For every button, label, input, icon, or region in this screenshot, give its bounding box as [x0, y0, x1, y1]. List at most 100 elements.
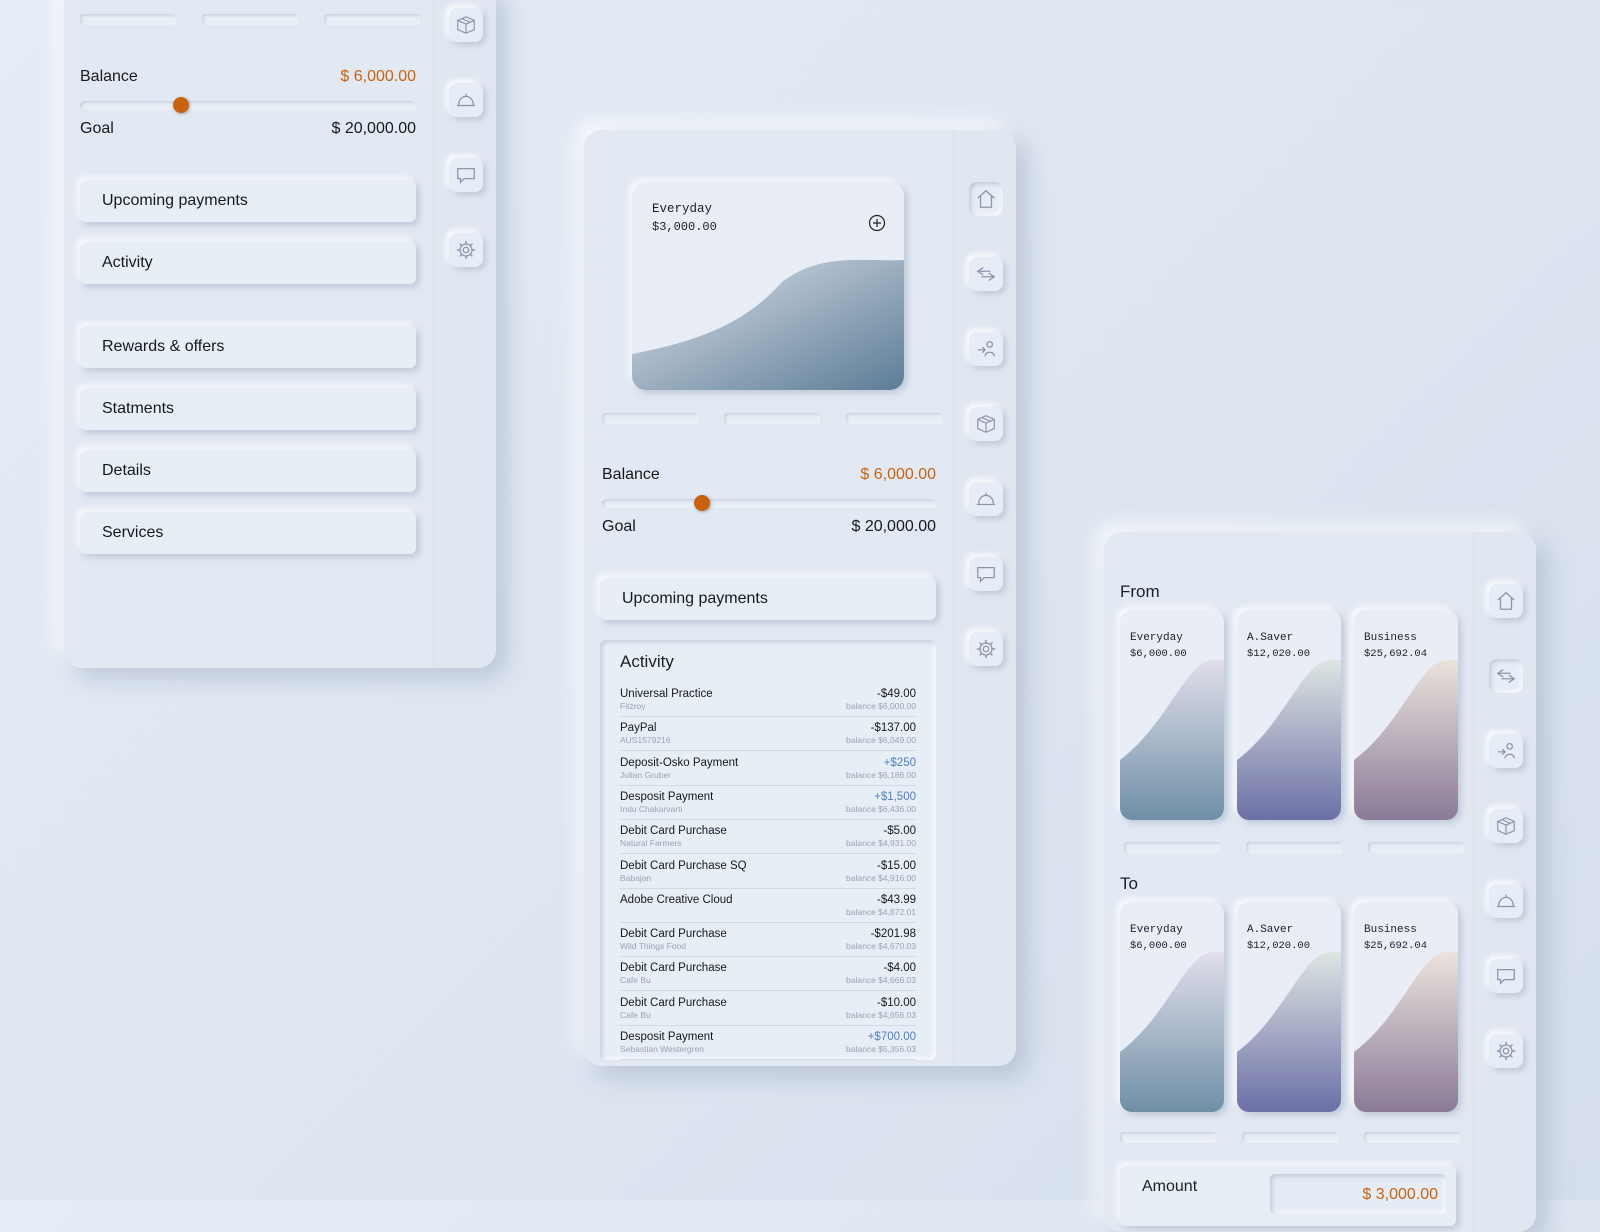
account-card-a-saver[interactable]: A.Saver $12,020.00 — [1237, 610, 1341, 820]
account-card-everyday[interactable]: Everyday $6,000.00 — [1120, 902, 1224, 1112]
account-card-business[interactable]: Business $25,692.04 — [1354, 610, 1458, 820]
goal-progress-slider[interactable] — [80, 97, 416, 113]
transaction-name: Adobe Creative Cloud — [620, 893, 733, 906]
transaction-balance: balance $4,656.03 — [846, 1009, 916, 1020]
transaction-name: Deposit-Osko Payment — [620, 756, 739, 769]
transaction-amount: -$15.00 — [876, 859, 916, 872]
chat-icon[interactable] — [449, 158, 483, 192]
transaction-amount: +$700.00 — [867, 1031, 916, 1043]
pay-person-icon[interactable] — [1489, 734, 1523, 768]
side-rail — [1473, 532, 1536, 1232]
tab-3[interactable] — [324, 14, 420, 25]
add-circle-icon[interactable] — [868, 214, 886, 232]
goal-label: Goal — [80, 120, 114, 137]
transaction-name: Debit Card Purchase — [620, 825, 727, 838]
transfer-icon[interactable] — [969, 257, 1003, 291]
transaction-amount: +$250 — [883, 756, 916, 769]
upcoming-payments-button[interactable]: Upcoming payments — [80, 180, 416, 222]
goal-value: $ 20,000.00 — [851, 518, 936, 535]
gear-icon[interactable] — [969, 632, 1003, 666]
activity-button[interactable]: Activity — [80, 242, 416, 284]
tab-2[interactable] — [724, 413, 820, 424]
card-account-amount: $6,000.00 — [1130, 940, 1187, 952]
activity-row[interactable]: Desposit Payment Sebastian Westergren +$70… — [620, 1025, 916, 1060]
to-tabs — [1120, 1132, 1460, 1143]
transaction-balance: balance $6,186.00 — [846, 769, 916, 780]
account-tabs — [602, 413, 942, 424]
tab-2[interactable] — [1242, 1132, 1338, 1143]
tab-3[interactable] — [1364, 1132, 1460, 1143]
slider-knob[interactable] — [694, 495, 711, 511]
transaction-name: Universal Practice — [620, 688, 713, 700]
transaction-balance: balance $4,670.03 — [846, 941, 916, 952]
transaction-amount: -$201.98 — [870, 928, 916, 941]
activity-row[interactable]: Debit Card Purchase Natural Farmers -$5.00… — [620, 819, 916, 855]
activity-row[interactable]: PayPal AUS1579216 -$137.00 balance $6,049.0… — [620, 716, 916, 752]
transaction-amount: -$137.00 — [870, 722, 916, 735]
activity-row[interactable]: Deposit-Osko Payment Julian Gruber +$250 ba… — [620, 751, 916, 786]
tab-3[interactable] — [846, 413, 942, 424]
card-account-name: Business — [1364, 924, 1417, 936]
statements-button[interactable]: Statments — [80, 388, 416, 430]
chat-icon[interactable] — [969, 557, 1003, 591]
home-icon[interactable] — [969, 182, 1003, 216]
transaction-name: Debit Card Purchase SQ — [620, 859, 747, 872]
chat-icon[interactable] — [1489, 959, 1523, 993]
transaction-merchant: Wild Things Food — [620, 941, 686, 952]
rewards-offers-button[interactable]: Rewards & offers — [80, 326, 416, 368]
upcoming-payments-button[interactable]: Upcoming payments — [600, 578, 936, 620]
activity-row[interactable]: Debit Card Purchase Cafe Bu -$4.00 balance … — [620, 956, 916, 992]
bell-icon[interactable] — [1489, 884, 1523, 918]
gear-icon[interactable] — [449, 233, 483, 267]
card-account-amount: $6,000.00 — [1130, 648, 1187, 660]
middle-account-panel: Everyday $3,000.00 Balance $ 6,000.00 Go… — [584, 130, 1016, 1066]
goal-value: $ 20,000.00 — [331, 120, 416, 137]
services-button[interactable]: Services — [80, 512, 416, 554]
account-card-everyday[interactable]: Everyday $6,000.00 — [1120, 610, 1224, 820]
goal-label: Goal — [602, 518, 636, 535]
activity-title: Activity — [620, 652, 674, 671]
box-icon[interactable] — [449, 8, 483, 42]
box-icon[interactable] — [969, 407, 1003, 441]
activity-row[interactable]: Debit Card Purchase SQ Babajan -$15.00 bala… — [620, 854, 916, 889]
activity-row[interactable]: Debit Card Purchase Cafe Bu -$10.00 balance… — [620, 991, 916, 1026]
transaction-amount: -$49.00 — [876, 688, 916, 700]
tab-1[interactable] — [1124, 842, 1220, 853]
slider-knob[interactable] — [172, 97, 189, 113]
amount-input[interactable]: $ 3,000.00 — [1270, 1174, 1446, 1214]
transaction-merchant: Julian Gruber — [620, 769, 672, 780]
side-rail — [433, 0, 496, 668]
activity-list: Activity Universal Practice Fitzroy -$49.0… — [600, 640, 936, 1060]
tab-1[interactable] — [80, 14, 176, 25]
tab-1[interactable] — [1120, 1132, 1216, 1143]
activity-row[interactable]: Desposit Payment Indu Chakarvarti +$1,500 b… — [620, 785, 916, 820]
bell-icon[interactable] — [969, 482, 1003, 516]
transaction-merchant: Fitzroy — [620, 701, 646, 711]
transaction-balance: balance $6,436.00 — [846, 803, 916, 814]
amount-label: Amount — [1142, 1178, 1198, 1195]
card-account-name: Everyday — [1130, 924, 1183, 936]
transaction-merchant: Natural Farmers — [620, 838, 682, 849]
tab-3[interactable] — [1368, 842, 1464, 853]
gear-icon[interactable] — [1489, 1034, 1523, 1068]
bell-icon[interactable] — [449, 83, 483, 117]
transaction-merchant: Babajan — [620, 872, 652, 883]
tab-2[interactable] — [1246, 842, 1342, 853]
box-icon[interactable] — [1489, 809, 1523, 843]
everyday-account-card[interactable]: Everyday $3,000.00 — [632, 182, 904, 390]
activity-row[interactable]: Universal Practice Fitzroy -$49.00 balance … — [620, 682, 916, 717]
pay-person-icon[interactable] — [969, 332, 1003, 366]
activity-row[interactable]: Adobe Creative Cloud -$43.99 balance $4,87… — [620, 888, 916, 923]
account-card-business[interactable]: Business $25,692.04 — [1354, 902, 1458, 1112]
transfer-icon[interactable] — [1489, 659, 1523, 693]
goal-progress-slider[interactable] — [602, 495, 936, 511]
transaction-name: Debit Card Purchase — [620, 996, 727, 1009]
activity-row[interactable]: Debit Card Purchase Wild Things Food -$201… — [620, 922, 916, 958]
home-icon[interactable] — [1489, 584, 1523, 618]
account-card-a-saver[interactable]: A.Saver $12,020.00 — [1237, 902, 1341, 1112]
transaction-balance: balance $4,666.03 — [846, 975, 916, 986]
amount-row: Amount $ 3,000.00 — [1120, 1166, 1456, 1226]
details-button[interactable]: Details — [80, 450, 416, 492]
tab-1[interactable] — [602, 413, 698, 424]
tab-2[interactable] — [202, 14, 298, 25]
